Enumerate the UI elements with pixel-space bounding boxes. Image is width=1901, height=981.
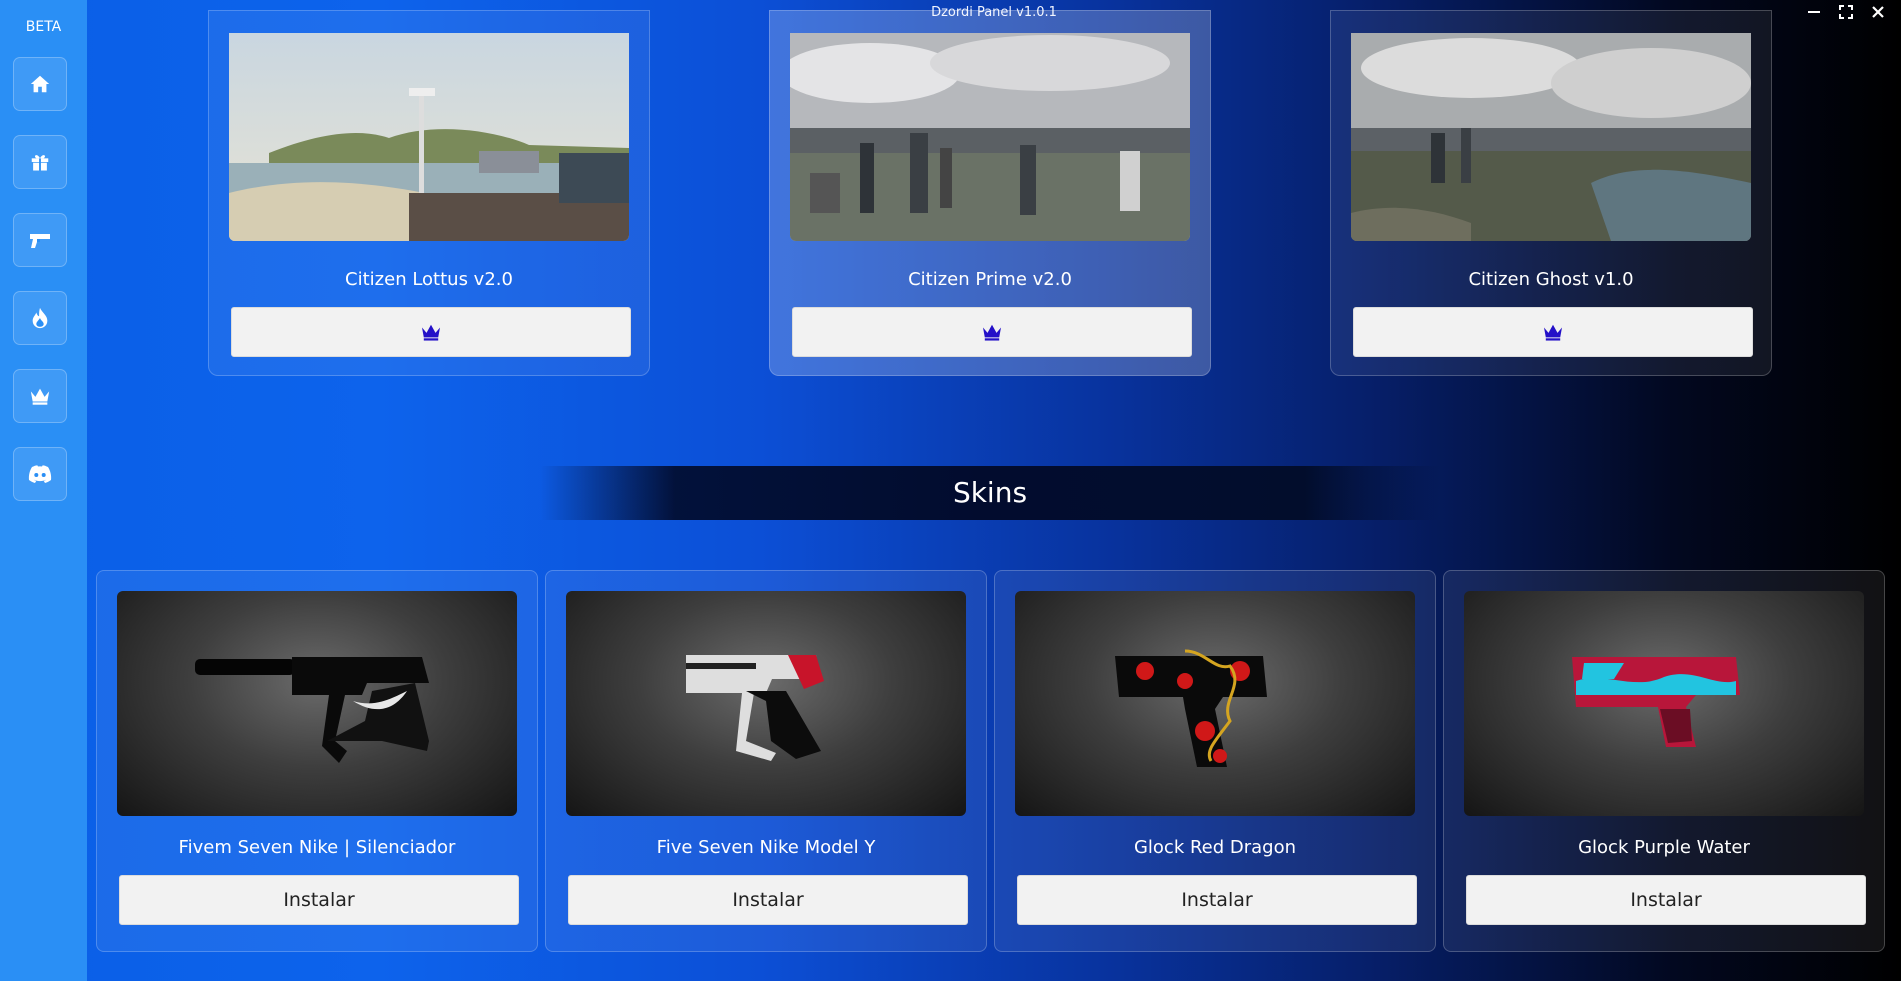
install-button[interactable]: Instalar [119,875,519,925]
skin-card: Glock Red Dragon Instalar [994,570,1436,952]
skin-name: Fivem Seven Nike | Silenciador [178,837,456,858]
beta-badge: BETA [25,19,62,35]
skin-thumbnail [566,591,966,816]
server-premium-button[interactable] [1353,307,1753,357]
server-premium-button[interactable] [231,307,631,357]
server-name: Citizen Prime v2.0 [908,269,1072,290]
maximize-icon [1839,5,1853,19]
server-thumbnail [229,33,629,241]
sidebar-item-gift[interactable] [13,135,67,189]
sidebar-item-hot[interactable] [13,291,67,345]
gift-icon [31,155,49,171]
install-button[interactable]: Instalar [1017,875,1417,925]
minimize-icon [1808,11,1820,13]
section-title: Skins [952,476,1028,509]
install-button[interactable]: Instalar [1466,875,1866,925]
sidebar-item-premium[interactable] [13,369,67,423]
fire-icon [32,307,48,329]
city-skyline-image [790,33,1190,241]
server-premium-button[interactable] [792,307,1192,357]
glock-purple-water-image [1572,657,1740,747]
skin-thumbnail [1015,591,1415,816]
skin-name: Glock Red Dragon [1133,837,1297,858]
skin-name: Glock Purple Water [1578,837,1750,858]
sidebar-item-weapons[interactable] [13,213,67,267]
server-name: Citizen Lottus v2.0 [345,269,513,290]
sidebar-item-home[interactable] [13,57,67,111]
beach-city-image [229,33,629,241]
glock-red-dragon-image [1115,649,1267,767]
skin-card: Glock Purple Water Instalar [1443,570,1885,952]
gun-icon [30,234,50,248]
maximize-button[interactable] [1837,3,1855,21]
sidebar: BETA [0,0,87,981]
pistol-white-red-image [686,655,824,761]
city-aerial-image [1351,33,1751,241]
discord-icon [28,465,52,483]
minimize-button[interactable] [1805,3,1823,21]
server-card: Citizen Prime v2.0 [769,10,1211,376]
home-icon [30,75,50,93]
skins-section-header: Skins [540,466,1440,520]
crown-icon [422,324,440,341]
close-button[interactable] [1869,3,1887,21]
server-thumbnail [790,33,1190,241]
skin-name: Five Seven Nike Model Y [656,837,876,858]
skin-thumbnail [1464,591,1864,816]
install-button[interactable]: Instalar [568,875,968,925]
sidebar-item-discord[interactable] [13,447,67,501]
pistol-silencer-image [195,657,429,763]
crown-icon [30,388,50,405]
crown-icon [983,324,1001,341]
skin-card: Fivem Seven Nike | Silenciador Instalar [96,570,538,952]
close-icon [1872,6,1884,18]
skin-card: Five Seven Nike Model Y Instalar [545,570,987,952]
crown-icon [1544,324,1562,341]
server-card: Citizen Ghost v1.0 [1330,10,1772,376]
server-card: Citizen Lottus v2.0 [208,10,650,376]
server-thumbnail [1351,33,1751,241]
server-name: Citizen Ghost v1.0 [1468,269,1634,290]
skin-thumbnail [117,591,517,816]
window-controls [1805,3,1887,21]
